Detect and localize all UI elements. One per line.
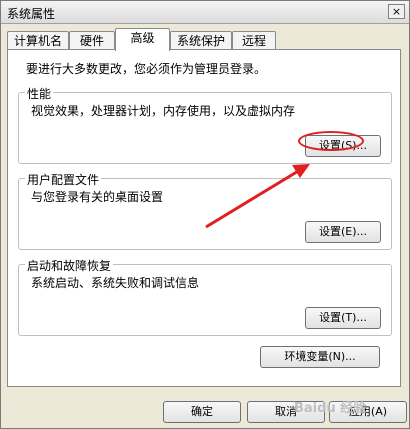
startup-recovery-group: 启动和故障恢复 系统启动、系统失败和调试信息 设置(T)...: [18, 257, 392, 336]
performance-group: 性能 视觉效果，处理器计划，内存使用，以及虚拟内存 设置(S)...: [18, 85, 392, 164]
tab-system-protection[interactable]: 系统保护: [170, 31, 232, 50]
tab-advanced[interactable]: 高级: [115, 28, 170, 51]
startup-recovery-title: 启动和故障恢复: [25, 257, 114, 274]
performance-title: 性能: [25, 85, 54, 102]
user-profiles-description: 与您登录有关的桌面设置: [31, 190, 164, 204]
startup-recovery-description: 系统启动、系统失败和调试信息: [31, 276, 200, 290]
environment-variables-button[interactable]: 环境变量(N)...: [260, 346, 380, 368]
user-profiles-group: 用户配置文件 与您登录有关的桌面设置 设置(E)...: [18, 171, 392, 250]
close-button[interactable]: ×: [388, 4, 405, 19]
user-profiles-settings-button[interactable]: 设置(E)...: [305, 221, 381, 243]
baidu-watermark: Baidu 经验: [294, 397, 404, 423]
ok-button[interactable]: 确定: [163, 401, 241, 423]
user-profiles-title: 用户配置文件: [25, 171, 102, 188]
tab-hardware[interactable]: 硬件: [69, 31, 115, 50]
title-bar[interactable]: 系统属性 ×: [1, 1, 409, 24]
tab-computer-name[interactable]: 计算机名: [7, 31, 69, 50]
tab-remote[interactable]: 远程: [232, 31, 276, 50]
watermark-text: Baidu 经验: [294, 401, 367, 416]
system-properties-dialog: 系统属性 × 计算机名 硬件 高级 系统保护 远程 要进行大多数更改，您必须作为…: [0, 0, 410, 429]
performance-description: 视觉效果，处理器计划，内存使用，以及虚拟内存: [31, 104, 296, 118]
admin-notice-text: 要进行大多数更改，您必须作为管理员登录。: [26, 62, 267, 76]
window-title: 系统属性: [7, 7, 56, 21]
startup-recovery-settings-button[interactable]: 设置(T)...: [305, 307, 381, 329]
advanced-tab-page: 要进行大多数更改，您必须作为管理员登录。 性能 视觉效果，处理器计划，内存使用，…: [7, 49, 401, 387]
highlight-ellipse: [298, 131, 364, 151]
